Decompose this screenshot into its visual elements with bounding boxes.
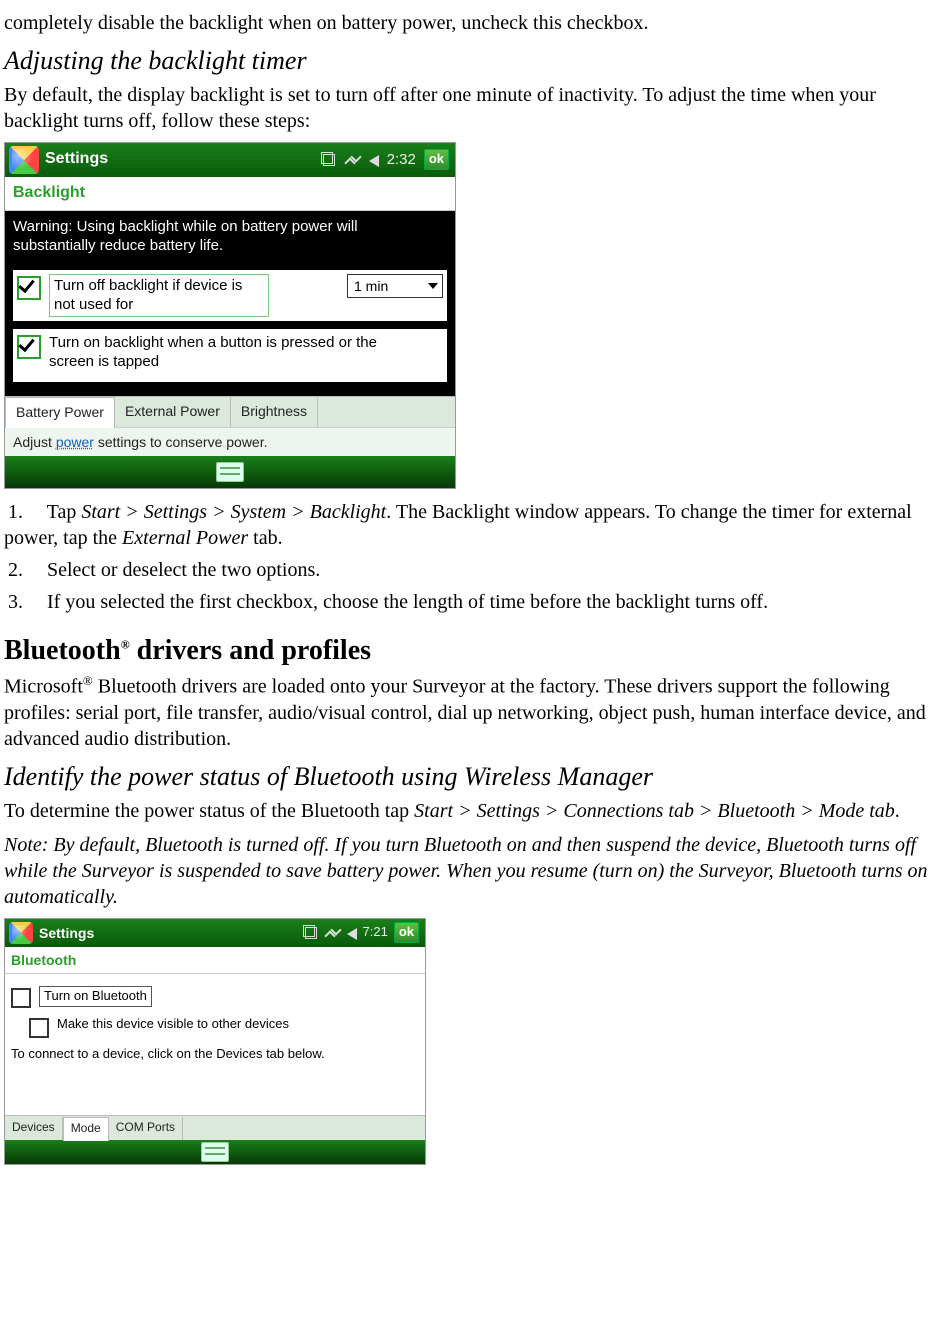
system-tray: 2:32 ok (321, 149, 449, 170)
clock: 7:21 (363, 924, 388, 941)
step-1-path: Start > Settings > System > Backlight (81, 501, 386, 523)
para-bt-post: Bluetooth drivers are loaded onto your S… (4, 676, 926, 750)
tray-windows-icon[interactable] (303, 925, 319, 941)
option-row-bt-on: Turn on Bluetooth (11, 986, 419, 1008)
hint-pre: Adjust (13, 434, 56, 450)
tab-devices[interactable]: Devices (5, 1117, 63, 1140)
heading-bluetooth: Bluetooth® drivers and profiles (4, 633, 945, 669)
para-bt-reg: ® (83, 673, 93, 688)
tab-bar: Devices Mode COM Ports (5, 1115, 425, 1140)
heading-backlight-timer: Adjusting the backlight timer (4, 44, 945, 78)
keyboard-icon[interactable] (216, 462, 244, 482)
para-bt-path-pre: To determine the power status of the Blu… (4, 800, 414, 822)
label-turn-on-backlight: Turn on backlight when a button is press… (49, 333, 389, 372)
soft-key-bar (5, 1140, 425, 1164)
step-number: 2. (8, 557, 42, 583)
para-bt-path: To determine the power status of the Blu… (4, 798, 945, 824)
checkbox-turn-off-backlight[interactable] (17, 276, 41, 300)
screenshot-bluetooth: Settings 7:21 ok Bluetooth Turn on Bluet… (4, 918, 426, 1165)
heading-bt-power-status: Identify the power status of Bluetooth u… (4, 760, 945, 794)
para-bt-pre: Microsoft (4, 676, 83, 698)
label-turn-off-backlight: Turn off backlight if device is not used… (49, 274, 269, 317)
help-text: To connect to a device, click on the Dev… (11, 1046, 331, 1063)
select-backlight-timeout[interactable]: 1 min (347, 274, 443, 298)
tab-com-ports[interactable]: COM Ports (109, 1117, 183, 1140)
option-row-1: Turn off backlight if device is not used… (13, 270, 447, 321)
start-icon[interactable] (9, 146, 39, 174)
step-1-path2: External Power (122, 527, 248, 549)
tray-connection-icon[interactable] (345, 152, 361, 168)
tray-volume-icon[interactable] (347, 928, 357, 940)
option-row-2: Turn on backlight when a button is press… (13, 329, 447, 382)
steps-backlight: 1. Tap Start > Settings > System > Backl… (4, 499, 945, 615)
tray-windows-icon[interactable] (321, 152, 337, 168)
heading-bt-1: Bluetooth (4, 635, 121, 666)
tab-battery-power[interactable]: Battery Power (5, 397, 115, 427)
window-title: Settings (45, 149, 108, 170)
step-number: 3. (8, 589, 42, 615)
tab-external-power[interactable]: External Power (115, 397, 231, 426)
heading-bt-reg: ® (121, 637, 130, 651)
heading-bt-2: drivers and profiles (130, 635, 371, 666)
option-row-bt-visible: Make this device visible to other device… (29, 1016, 419, 1038)
screenshot-backlight: Settings 2:32 ok Backlight Warning: Usin… (4, 142, 456, 489)
start-icon[interactable] (9, 922, 33, 944)
para-backlight-intro: By default, the display backlight is set… (4, 82, 945, 134)
step-1: 1. Tap Start > Settings > System > Backl… (4, 499, 945, 551)
hint-power-link[interactable]: power (56, 434, 94, 450)
wm-titlebar: Settings 7:21 ok (5, 919, 425, 947)
hint-post: settings to conserve power. (94, 434, 268, 450)
step-2-text: Select or deselect the two options. (47, 559, 320, 581)
keyboard-icon[interactable] (201, 1142, 229, 1162)
panel-title: Bluetooth (5, 947, 425, 974)
tray-connection-icon[interactable] (325, 925, 341, 941)
step-1-post2: tab. (248, 527, 282, 549)
system-tray: 7:21 ok (303, 922, 419, 943)
checkbox-turn-on-backlight[interactable] (17, 335, 41, 359)
para-bt-path-post: . (895, 800, 900, 822)
step-3: 3. If you selected the first checkbox, c… (4, 589, 945, 615)
hint-bar: Adjust power settings to conserve power. (5, 427, 455, 456)
step-2: 2. Select or deselect the two options. (4, 557, 945, 583)
checkbox-turn-on-bluetooth[interactable] (11, 988, 31, 1008)
step-3-text: If you selected the first checkbox, choo… (47, 591, 768, 613)
label-bt-visible: Make this device visible to other device… (57, 1016, 289, 1033)
soft-key-bar (5, 456, 455, 488)
step-1-pre: Tap (47, 501, 82, 523)
checkbox-bt-visible[interactable] (29, 1018, 49, 1038)
wm-titlebar: Settings 2:32 ok (5, 143, 455, 177)
tab-mode[interactable]: Mode (63, 1117, 109, 1141)
step-number: 1. (8, 499, 42, 525)
clock: 2:32 (387, 150, 416, 170)
intro-paragraph: completely disable the backlight when on… (4, 10, 945, 36)
tray-volume-icon[interactable] (369, 155, 379, 167)
ok-button[interactable]: ok (394, 922, 419, 943)
para-bt-path-ital: Start > Settings > Connections tab > Blu… (414, 800, 895, 822)
backlight-warning: Warning: Using backlight while on batter… (13, 217, 393, 256)
panel-title: Backlight (5, 177, 455, 211)
para-bt-drivers: Microsoft® Bluetooth drivers are loaded … (4, 673, 945, 752)
tab-brightness[interactable]: Brightness (231, 397, 318, 426)
note-bt-default: Note: By default, Bluetooth is turned of… (4, 832, 945, 910)
label-turn-on-bluetooth: Turn on Bluetooth (39, 986, 152, 1007)
window-title: Settings (39, 924, 94, 942)
ok-button[interactable]: ok (424, 149, 449, 170)
tab-bar: Battery Power External Power Brightness (5, 396, 455, 427)
